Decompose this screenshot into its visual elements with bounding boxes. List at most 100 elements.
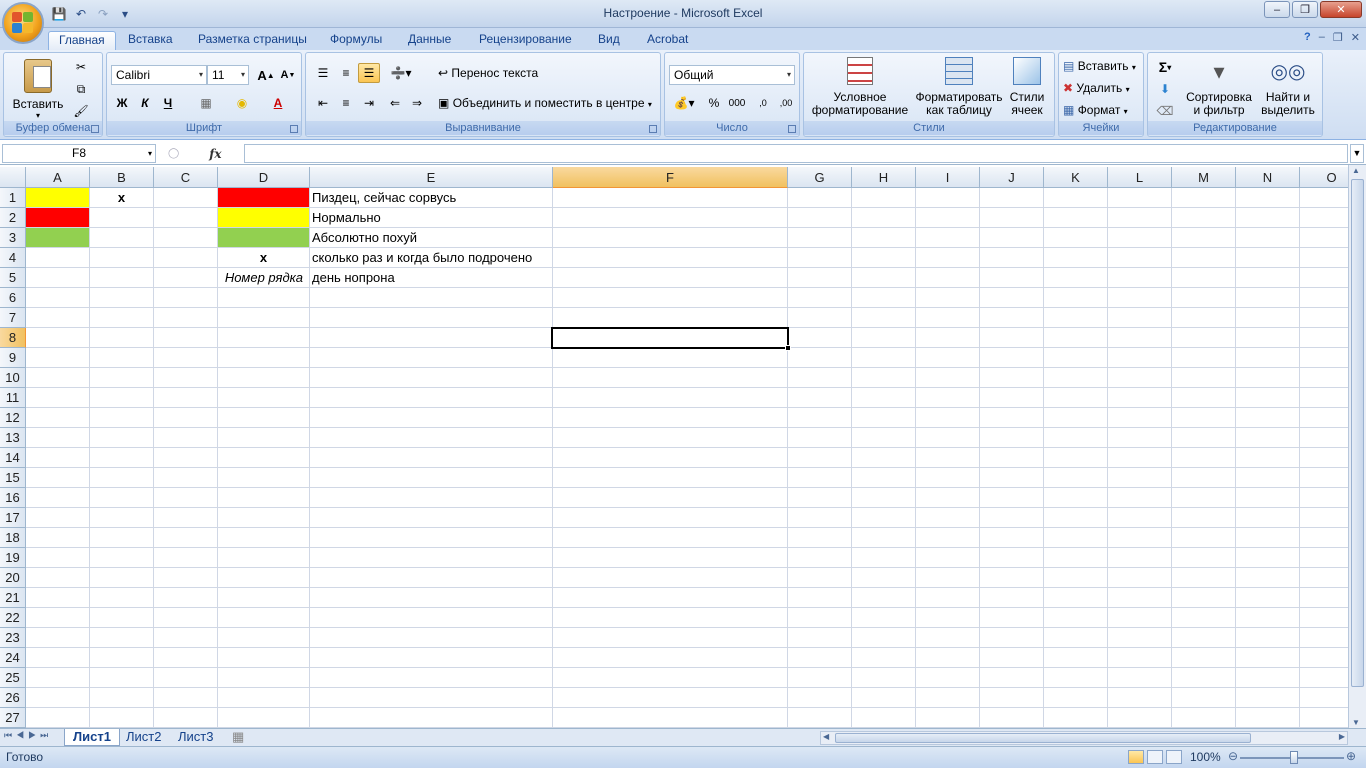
ribbon-minimize-button[interactable]: –: [1319, 31, 1325, 44]
zoom-slider-knob[interactable]: [1290, 751, 1298, 764]
column-header-E[interactable]: E: [310, 167, 553, 188]
cell-styles-button[interactable]: Стили ячеек: [1004, 57, 1050, 117]
scroll-up-icon[interactable]: ▲: [1352, 166, 1360, 175]
tab-acrobat[interactable]: Acrobat: [637, 31, 698, 50]
cut-icon[interactable]: ✂: [70, 57, 92, 77]
dialog-launcher-icon[interactable]: [788, 125, 796, 133]
column-header-F[interactable]: F: [553, 167, 788, 188]
align-top-icon[interactable]: ☰: [312, 63, 334, 83]
paste-button[interactable]: Вставить ▾: [12, 57, 64, 120]
column-header-J[interactable]: J: [980, 167, 1044, 188]
tab-formulas[interactable]: Формулы: [320, 31, 392, 50]
row-header-26[interactable]: 26: [0, 688, 26, 708]
row-header-2[interactable]: 2: [0, 208, 26, 228]
align-right-icon[interactable]: ⇥: [358, 93, 380, 113]
clear-icon[interactable]: ⌫: [1154, 101, 1176, 121]
find-select-button[interactable]: ◎◎ Найти и выделить: [1256, 57, 1320, 117]
decrease-decimal-button[interactable]: ,00: [775, 93, 797, 113]
delete-cells-button[interactable]: ✖ Удалить ▾: [1063, 81, 1130, 95]
cell-B1[interactable]: x: [90, 188, 153, 208]
row-header-12[interactable]: 12: [0, 408, 26, 428]
merge-center-button[interactable]: ▣ Объединить и поместить в центре ▾: [438, 96, 652, 110]
ribbon-restore-button[interactable]: ❐: [1333, 31, 1343, 44]
cell-D4[interactable]: x: [218, 248, 309, 268]
row-header-18[interactable]: 18: [0, 528, 26, 548]
decrease-indent-icon[interactable]: ⇐: [384, 93, 406, 113]
minimize-button[interactable]: –: [1264, 1, 1290, 18]
wrap-text-button[interactable]: ↩ Перенос текста: [438, 66, 538, 80]
sheet-tab-2[interactable]: Лист2: [118, 729, 169, 746]
cell-E2[interactable]: Нормально: [309, 208, 381, 228]
row-header-5[interactable]: 5: [0, 268, 26, 288]
cell-E3[interactable]: Абсолютно похуй: [309, 228, 417, 248]
borders-icon[interactable]: ▦: [195, 93, 217, 113]
column-header-I[interactable]: I: [916, 167, 980, 188]
row-header-8[interactable]: 8: [0, 328, 26, 348]
page-layout-view-icon[interactable]: [1147, 750, 1163, 764]
row-header-3[interactable]: 3: [0, 228, 26, 248]
column-header-C[interactable]: C: [154, 167, 218, 188]
format-as-table-button[interactable]: Форматировать как таблицу: [914, 57, 1004, 117]
cell-D5[interactable]: Номер рядка: [218, 268, 309, 288]
column-header-A[interactable]: A: [26, 167, 90, 188]
sheet-nav-icons[interactable]: ⏮◀▶⏭: [4, 730, 52, 741]
font-color-icon[interactable]: A: [267, 93, 289, 113]
tab-view[interactable]: Вид: [588, 31, 630, 50]
align-middle-icon[interactable]: ≡: [335, 63, 357, 83]
column-header-N[interactable]: N: [1236, 167, 1300, 188]
tab-page-layout[interactable]: Разметка страницы: [188, 31, 317, 50]
horizontal-scrollbar[interactable]: ◀ ▶: [820, 731, 1348, 745]
row-header-27[interactable]: 27: [0, 708, 26, 728]
row-header-24[interactable]: 24: [0, 648, 26, 668]
fill-handle[interactable]: [785, 345, 791, 351]
orientation-icon[interactable]: ➗▾: [386, 63, 416, 83]
thousands-button[interactable]: 000: [726, 93, 748, 113]
select-all-corner[interactable]: [0, 167, 26, 188]
vertical-scrollbar[interactable]: ▲ ▼: [1348, 165, 1366, 728]
insert-cells-button[interactable]: ▤ Вставить ▾: [1063, 59, 1136, 73]
dialog-launcher-icon[interactable]: [91, 125, 99, 133]
active-cell-F8[interactable]: [551, 327, 791, 351]
autosum-button[interactable]: Σ ▾: [1154, 57, 1176, 77]
zoom-out-icon[interactable]: ⊖: [1228, 749, 1238, 763]
bold-button[interactable]: Ж: [111, 93, 133, 113]
increase-indent-icon[interactable]: ⇒: [406, 93, 428, 113]
cell-E5[interactable]: день нопрона: [309, 268, 395, 288]
row-header-4[interactable]: 4: [0, 248, 26, 268]
row-header-6[interactable]: 6: [0, 288, 26, 308]
column-header-H[interactable]: H: [852, 167, 916, 188]
row-header-21[interactable]: 21: [0, 588, 26, 608]
row-header-11[interactable]: 11: [0, 388, 26, 408]
row-header-13[interactable]: 13: [0, 428, 26, 448]
column-header-M[interactable]: M: [1172, 167, 1236, 188]
fill-color-icon[interactable]: ◉: [231, 93, 253, 113]
sheet-tab-3[interactable]: Лист3: [170, 729, 221, 746]
ribbon-close-button[interactable]: ✕: [1351, 31, 1360, 44]
row-header-17[interactable]: 17: [0, 508, 26, 528]
worksheet-grid[interactable]: ABCDEFGHIJKLMNO 1 2 3 4 5 6 7 8 9 10 11 12 13 14 15 16 1…: [0, 167, 1348, 728]
formula-input[interactable]: [244, 144, 1348, 163]
increase-decimal-button[interactable]: ,0: [752, 93, 774, 113]
row-header-1[interactable]: 1: [0, 188, 26, 208]
scroll-left-icon[interactable]: ◀: [823, 732, 829, 741]
percent-button[interactable]: %: [703, 93, 725, 113]
cell-E4[interactable]: сколько раз и когда было подрочено: [309, 248, 532, 268]
scroll-down-icon[interactable]: ▼: [1352, 718, 1360, 727]
column-header-L[interactable]: L: [1108, 167, 1172, 188]
row-header-22[interactable]: 22: [0, 608, 26, 628]
align-bottom-icon[interactable]: ☰: [358, 63, 380, 83]
row-header-19[interactable]: 19: [0, 548, 26, 568]
close-button[interactable]: ✕: [1320, 1, 1362, 18]
dialog-launcher-icon[interactable]: [649, 125, 657, 133]
sort-filter-button[interactable]: ▾ Сортировка и фильтр: [1186, 57, 1252, 117]
scroll-right-icon[interactable]: ▶: [1339, 732, 1345, 741]
row-header-15[interactable]: 15: [0, 468, 26, 488]
font-size-select[interactable]: 11 ▾: [207, 65, 249, 85]
sheet-tab-1[interactable]: Лист1: [64, 729, 120, 746]
help-icon[interactable]: ?: [1304, 31, 1311, 44]
tab-home[interactable]: Главная: [48, 31, 116, 50]
copy-icon[interactable]: ⧉: [70, 79, 92, 99]
currency-icon[interactable]: 💰▾: [669, 93, 699, 113]
tab-review[interactable]: Рецензирование: [469, 31, 582, 50]
conditional-formatting-button[interactable]: Условное форматирование: [808, 57, 912, 117]
